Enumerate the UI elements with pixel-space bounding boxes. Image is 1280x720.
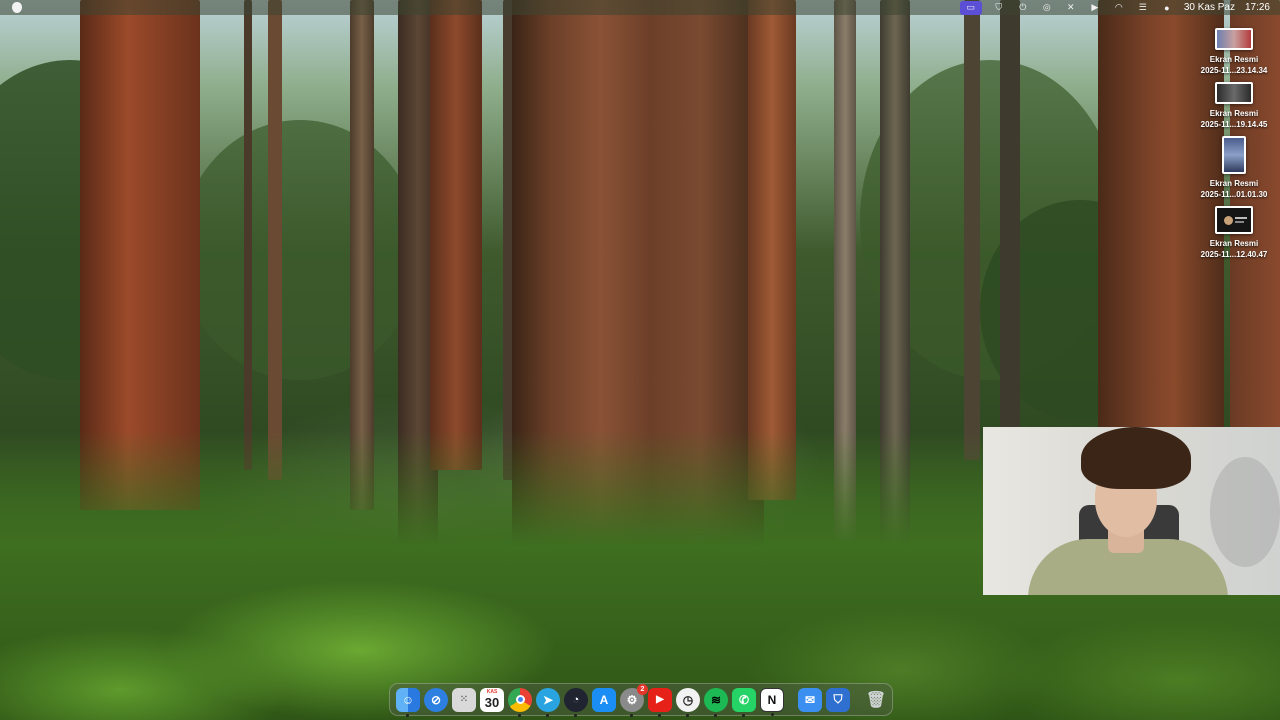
- safari-icon[interactable]: ⊘: [424, 687, 448, 712]
- notification-badge: 2: [637, 683, 648, 695]
- wifi-icon[interactable]: ◠: [1112, 2, 1126, 14]
- screenshot-thumbnail: [1215, 28, 1253, 50]
- desktop-file[interactable]: Ekran Resmi 2025-11...12.40.47: [1194, 206, 1274, 260]
- menubar-time[interactable]: 17:26: [1245, 2, 1270, 13]
- menu-bar: ▭ ⛉ ⏻ ◎ ✕ ▶ ◠ ☰ ● 30 Kas Paz 17:26: [0, 0, 1280, 15]
- clock-icon[interactable]: ◷: [676, 687, 700, 717]
- youtube-icon[interactable]: ▶: [648, 687, 672, 717]
- power-icon[interactable]: ⏻: [1016, 2, 1030, 14]
- menubar-date[interactable]: 30 Kas Paz: [1184, 2, 1235, 13]
- screenshot-thumbnail: [1215, 82, 1253, 104]
- desktop-wallpaper: [0, 0, 1280, 720]
- system-settings-icon[interactable]: ⚙ 2: [620, 683, 648, 717]
- camera-overlay[interactable]: [983, 427, 1280, 595]
- trash-icon[interactable]: 🗑: [864, 688, 888, 712]
- desktop-file[interactable]: Ekran Resmi 2025-11...19.14.45: [1194, 82, 1274, 130]
- play-icon[interactable]: ▶: [1088, 2, 1102, 14]
- desktop-files: Ekran Resmi 2025-11...23.14.34 Ekran Res…: [1194, 28, 1274, 260]
- calendar-icon[interactable]: KAS 30: [480, 687, 504, 712]
- shield-icon[interactable]: ⛉: [992, 2, 1006, 14]
- bitwarden-icon[interactable]: ⛉: [826, 687, 850, 712]
- airdrop-icon[interactable]: ◎: [1040, 2, 1054, 14]
- desktop-file-label: Ekran Resmi 2025-11...12.40.47: [1200, 239, 1268, 259]
- desktop-file[interactable]: Ekran Resmi 2025-11...23.14.34: [1194, 28, 1274, 76]
- desktop-file[interactable]: Ekran Resmi 2025-11...01.01.30: [1194, 136, 1274, 200]
- telegram-icon[interactable]: ➤: [536, 687, 560, 717]
- launchpad-icon[interactable]: ⁙: [452, 687, 476, 712]
- app-store-icon[interactable]: A: [592, 687, 616, 712]
- mail-icon[interactable]: ✉: [798, 687, 822, 712]
- apple-menu-icon[interactable]: [12, 2, 22, 13]
- control-center-icon[interactable]: ☰: [1136, 2, 1150, 14]
- desktop-file-label: Ekran Resmi 2025-11...01.01.30: [1200, 179, 1268, 199]
- spotify-icon[interactable]: ≋: [704, 687, 728, 717]
- screenshot-thumbnail: [1215, 206, 1253, 234]
- finder-icon[interactable]: ☺: [396, 687, 420, 717]
- screenshot-thumbnail: [1222, 136, 1246, 174]
- whatsapp-icon[interactable]: ✆: [732, 687, 756, 717]
- mute-icon[interactable]: ✕: [1064, 2, 1078, 14]
- dock: ☺ ⊘ ⁙ KAS 30 ➤ ◔ A ⚙ 2 ▶ ◷ ≋ ✆ N ✉ ⛉ 🗑: [389, 683, 893, 717]
- activity-monitor-icon[interactable]: ◔: [564, 687, 588, 717]
- desktop-file-label: Ekran Resmi 2025-11...23.14.34: [1200, 55, 1268, 75]
- desktop-file-label: Ekran Resmi 2025-11...19.14.45: [1200, 109, 1268, 129]
- notion-icon[interactable]: N: [760, 687, 784, 716]
- siri-icon[interactable]: ●: [1160, 2, 1174, 14]
- chrome-icon[interactable]: [508, 687, 532, 717]
- screen-mirroring-icon[interactable]: ▭: [959, 0, 982, 15]
